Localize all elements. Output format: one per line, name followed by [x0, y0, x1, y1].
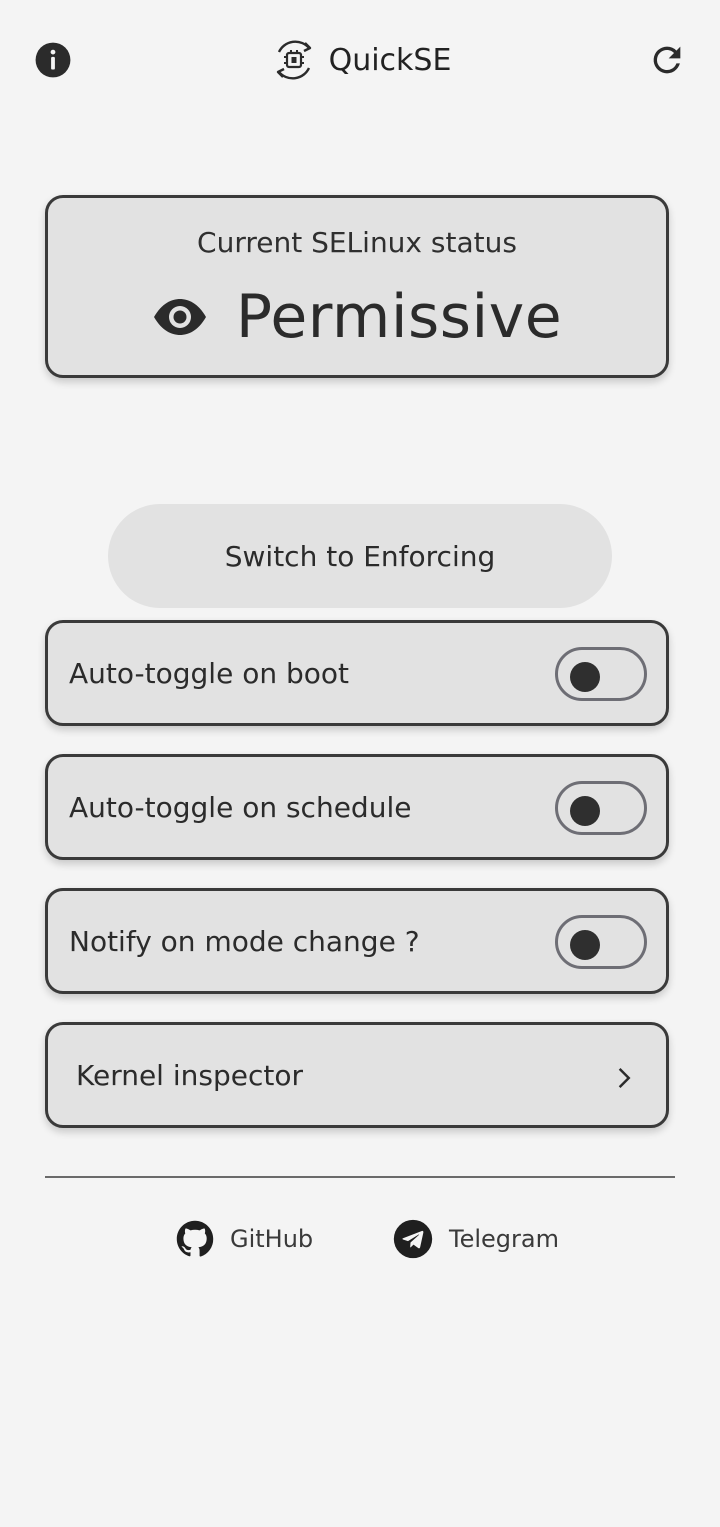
app-screen: QuickSE Current SELinux status Permissiv… [0, 0, 720, 1527]
telegram-label: Telegram [449, 1225, 559, 1253]
option-auto-toggle-boot: Auto-toggle on boot [45, 620, 669, 726]
auto-toggle-schedule-switch[interactable] [555, 781, 647, 835]
app-title-group: QuickSE [0, 32, 720, 88]
status-value-row: Permissive [48, 282, 666, 352]
divider [45, 1176, 675, 1178]
option-label: Notify on mode change ? [69, 924, 420, 958]
option-notify-mode-change: Notify on mode change ? [45, 888, 669, 994]
github-label: GitHub [230, 1225, 314, 1253]
chevron-right-icon [618, 1068, 631, 1088]
telegram-icon [393, 1219, 433, 1259]
toggle-knob [570, 662, 600, 692]
toggle-knob [570, 796, 600, 826]
option-label: Auto-toggle on schedule [69, 790, 412, 824]
notify-mode-change-switch[interactable] [555, 915, 647, 969]
refresh-icon [653, 46, 681, 74]
refresh-button[interactable] [637, 30, 697, 90]
top-app-bar: QuickSE [0, 0, 720, 120]
telegram-link[interactable]: Telegram [393, 1219, 559, 1259]
kernel-inspector-item[interactable]: Kernel inspector [45, 1022, 669, 1128]
status-label: Current SELinux status [197, 226, 517, 259]
github-link[interactable]: GitHub [176, 1219, 313, 1259]
toggle-knob [570, 930, 600, 960]
eye-icon [153, 299, 206, 335]
app-title: QuickSE [328, 42, 452, 78]
auto-toggle-boot-switch[interactable] [555, 647, 647, 701]
github-icon [176, 1220, 214, 1257]
switch-mode-button[interactable]: Switch to Enforcing [108, 504, 612, 608]
status-value: Permissive [235, 282, 563, 352]
option-label: Auto-toggle on boot [69, 656, 349, 690]
android-sync-logo-icon [276, 40, 311, 80]
option-auto-toggle-schedule: Auto-toggle on schedule [45, 754, 669, 860]
selinux-status-card: Current SELinux status Permissive [45, 195, 669, 378]
kernel-inspector-label: Kernel inspector [76, 1058, 303, 1092]
